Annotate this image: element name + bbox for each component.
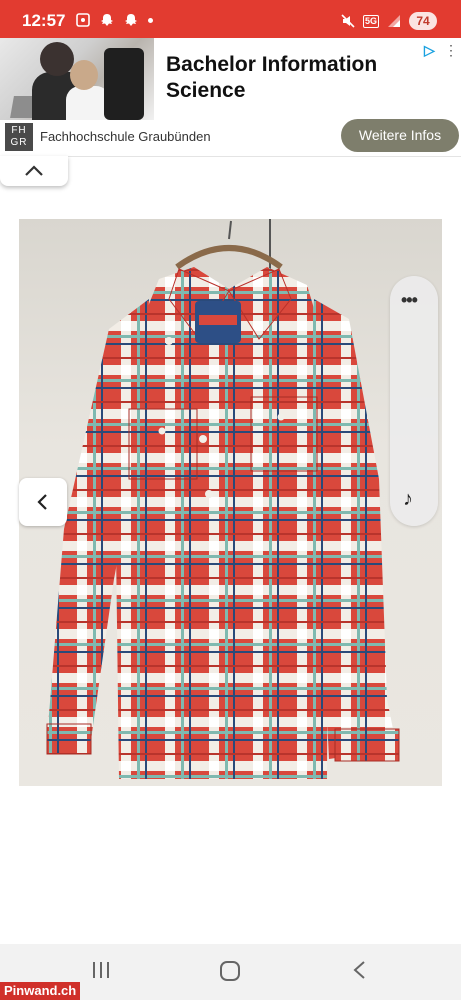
watermark: Pinwand.ch xyxy=(0,982,81,1000)
home-icon[interactable] xyxy=(219,960,241,982)
adchoices-icon[interactable]: ▷ xyxy=(424,42,435,59)
close-icon[interactable]: ⋮ xyxy=(444,42,458,59)
snapchat-icon-2 xyxy=(125,14,137,26)
signal-icon xyxy=(388,15,400,27)
network-badge: 5G xyxy=(362,14,379,28)
battery-indicator: 74 xyxy=(409,12,437,30)
ad-banner[interactable]: Bachelor Information Science ▷ ⋮ FH GR Fa… xyxy=(0,38,461,157)
product-image[interactable] xyxy=(19,219,442,786)
chevron-up-icon xyxy=(25,165,43,176)
advertiser-logo: FH GR xyxy=(5,123,33,151)
snapchat-icon xyxy=(101,14,113,26)
ad-image[interactable] xyxy=(0,38,154,120)
music-note-icon[interactable]: ♪ xyxy=(403,488,413,511)
chevron-left-icon xyxy=(37,494,47,510)
recent-apps-icon[interactable] xyxy=(91,960,111,980)
ad-title[interactable]: Bachelor Information Science xyxy=(166,52,416,104)
screenshot-icon xyxy=(76,13,90,27)
more-icon[interactable]: ••• xyxy=(401,290,418,311)
status-right: 5G 74 xyxy=(341,12,437,30)
ad-cta-button[interactable]: Weitere Infos xyxy=(341,119,459,152)
status-time: 12:57 xyxy=(22,11,66,30)
shirt-illustration xyxy=(46,220,400,779)
more-notifications-dot xyxy=(148,17,153,23)
notification-icons xyxy=(76,13,153,27)
mute-icon xyxy=(341,14,355,28)
back-icon[interactable] xyxy=(352,960,366,980)
collapse-ad-button[interactable] xyxy=(0,156,68,186)
status-bar: 12:57 5G 74 xyxy=(0,0,461,42)
advertiser-name[interactable]: Fachhochschule Graubünden xyxy=(40,129,211,144)
previous-image-button[interactable] xyxy=(19,478,67,526)
floating-side-panel[interactable]: ••• ♪ xyxy=(390,276,438,526)
